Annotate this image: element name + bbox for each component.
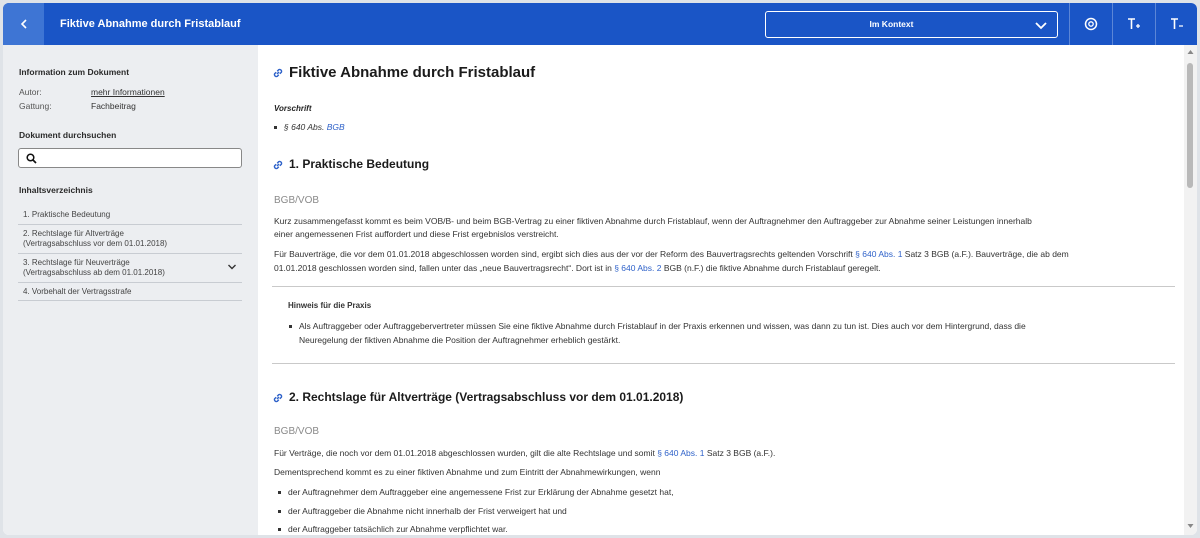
section-heading-text: 1. Praktische Bedeutung [289,157,430,171]
paragraph-line: 01.01.2018 geschlossen worden sind, fall… [274,263,881,273]
toc-item-3[interactable]: 3. Rechtslage für Neuverträge (Vertragsa… [18,254,242,283]
section-heading-1: 1. Praktische Bedeutung [272,157,429,171]
document-title-text: Fiktive Abnahme durch Fristablauf [289,64,536,81]
section-heading-2: 2. Rechtslage für Altverträge (Vertragsa… [272,390,683,404]
toc-item-label: 4. Vorbehalt der Vertragsstrafe [23,286,132,296]
vorschrift-item: § 640 Abs. BGB [274,122,345,132]
section-tag: BGB/VOB [274,195,320,206]
paragraph-line: einer angemessenen Frist auffordert und … [274,229,559,239]
link-icon[interactable] [272,159,284,171]
info-heading: Information zum Dokument [19,67,130,77]
context-select-value: Im Kontext [869,19,914,29]
vorschrift-link[interactable]: BGB [327,122,345,132]
target-icon [1084,17,1097,31]
vorschrift-label: Vorschrift [274,104,312,113]
author-row: Autor: mehr Informationen [19,87,165,97]
divider [272,363,1175,364]
genre-value: Fachbeitrag [91,101,136,111]
document-title: Fiktive Abnahme durch Fristablauf [272,64,535,81]
vorschrift-text: § 640 Abs. [284,122,327,132]
toc-item-4[interactable]: 4. Vorbehalt der Vertragsstrafe [18,283,242,301]
section-tag: BGB/VOB [274,426,320,437]
text-span: BGB (n.F.) die fiktive Abnahme durch Fri… [661,263,881,273]
toc-item-label: 3. Rechtslage für Neuverträge [23,257,130,267]
document-content: Fiktive Abnahme durch Fristablauf Vorsch… [258,45,1184,535]
list-item: der Auftraggeber tatsächlich zur Abnahme… [278,524,508,534]
toc-item-2[interactable]: 2. Rechtslage für Altverträge (Vertragsa… [18,225,242,254]
hint-line: Neuregelung der fiktiven Abnahme die Pos… [299,335,621,345]
chevron-left-icon [20,19,27,29]
target-button[interactable] [1069,3,1111,45]
paragraph-line: Kurz zusammengefasst kommt es beim VOB/B… [274,216,1032,226]
hint-line: Als Auftraggeber oder Auftraggebervertre… [289,321,1026,331]
scroll-down-icon[interactable] [1187,523,1194,529]
font-decrease-icon [1170,18,1183,29]
law-link[interactable]: § 640 Abs. 1 [657,448,704,458]
chevron-down-icon[interactable] [227,263,237,271]
search-box [18,148,242,168]
genre-row: Gattung: Fachbeitrag [19,101,136,111]
font-increase-icon [1127,18,1140,29]
search-heading: Dokument durchsuchen [19,130,117,140]
page-title: Fiktive Abnahme durch Fristablauf [60,18,241,30]
author-link[interactable]: mehr Informationen [91,87,165,97]
toc-item-1[interactable]: 1. Praktische Bedeutung [18,206,242,225]
font-increase-button[interactable] [1112,3,1154,45]
chevron-down-icon [1035,22,1047,30]
scroll-up-icon[interactable] [1187,49,1194,55]
paragraph-line: Dementsprechend kommt es zu einer fiktiv… [274,467,661,477]
scrollbar-thumb[interactable] [1187,63,1193,188]
toc-heading: Inhaltsverzeichnis [19,185,93,195]
text-span: Satz 3 BGB (a.F.). Bauverträge, die ab d… [902,249,1069,259]
section-heading-text: 2. Rechtslage für Altverträge (Vertragsa… [289,390,684,404]
font-decrease-button[interactable] [1155,3,1197,45]
header-bar: Fiktive Abnahme durch Fristablauf Im Kon… [3,3,1197,45]
search-icon [26,153,37,164]
scrollbar[interactable] [1184,45,1197,535]
list-item: der Auftraggeber die Abnahme nicht inner… [278,506,567,516]
genre-label: Gattung: [19,101,52,111]
toc-item-label: 2. Rechtslage für Altverträge [23,228,124,238]
app-window: Fiktive Abnahme durch Fristablauf Im Kon… [3,3,1197,535]
law-link[interactable]: § 640 Abs. 1 [855,249,902,259]
text-span: Satz 3 BGB (a.F.). [704,448,776,458]
table-of-contents: 1. Praktische Bedeutung 2. Rechtslage fü… [18,206,242,301]
hint-title: Hinweis für die Praxis [288,301,372,310]
toc-item-sublabel: (Vertragsabschluss vor dem 01.01.2018) [23,239,168,248]
paragraph-line: Für Bauverträge, die vor dem 01.01.2018 … [274,249,1069,259]
sidebar: Information zum Dokument Autor: mehr Inf… [3,45,258,535]
text-span: 01.01.2018 geschlossen worden sind, fall… [274,263,615,273]
toc-item-sublabel: (Vertragsabschluss ab dem 01.01.2018) [23,268,165,277]
list-item: der Auftragnehmer dem Auftraggeber eine … [278,487,674,497]
back-button[interactable] [3,3,44,45]
author-label: Autor: [19,87,42,97]
link-icon[interactable] [272,392,284,404]
context-select[interactable]: Im Kontext [765,11,1058,38]
text-span: Für Bauverträge, die vor dem 01.01.2018 … [274,249,856,259]
toc-item-label: 1. Praktische Bedeutung [23,210,111,219]
divider [272,286,1175,287]
paragraph-line: Für Verträge, die noch vor dem 01.01.201… [274,448,775,458]
law-link[interactable]: § 640 Abs. 2 [614,263,661,273]
search-input[interactable] [41,151,236,165]
text-span: Für Verträge, die noch vor dem 01.01.201… [274,448,658,458]
link-icon[interactable] [272,67,284,79]
